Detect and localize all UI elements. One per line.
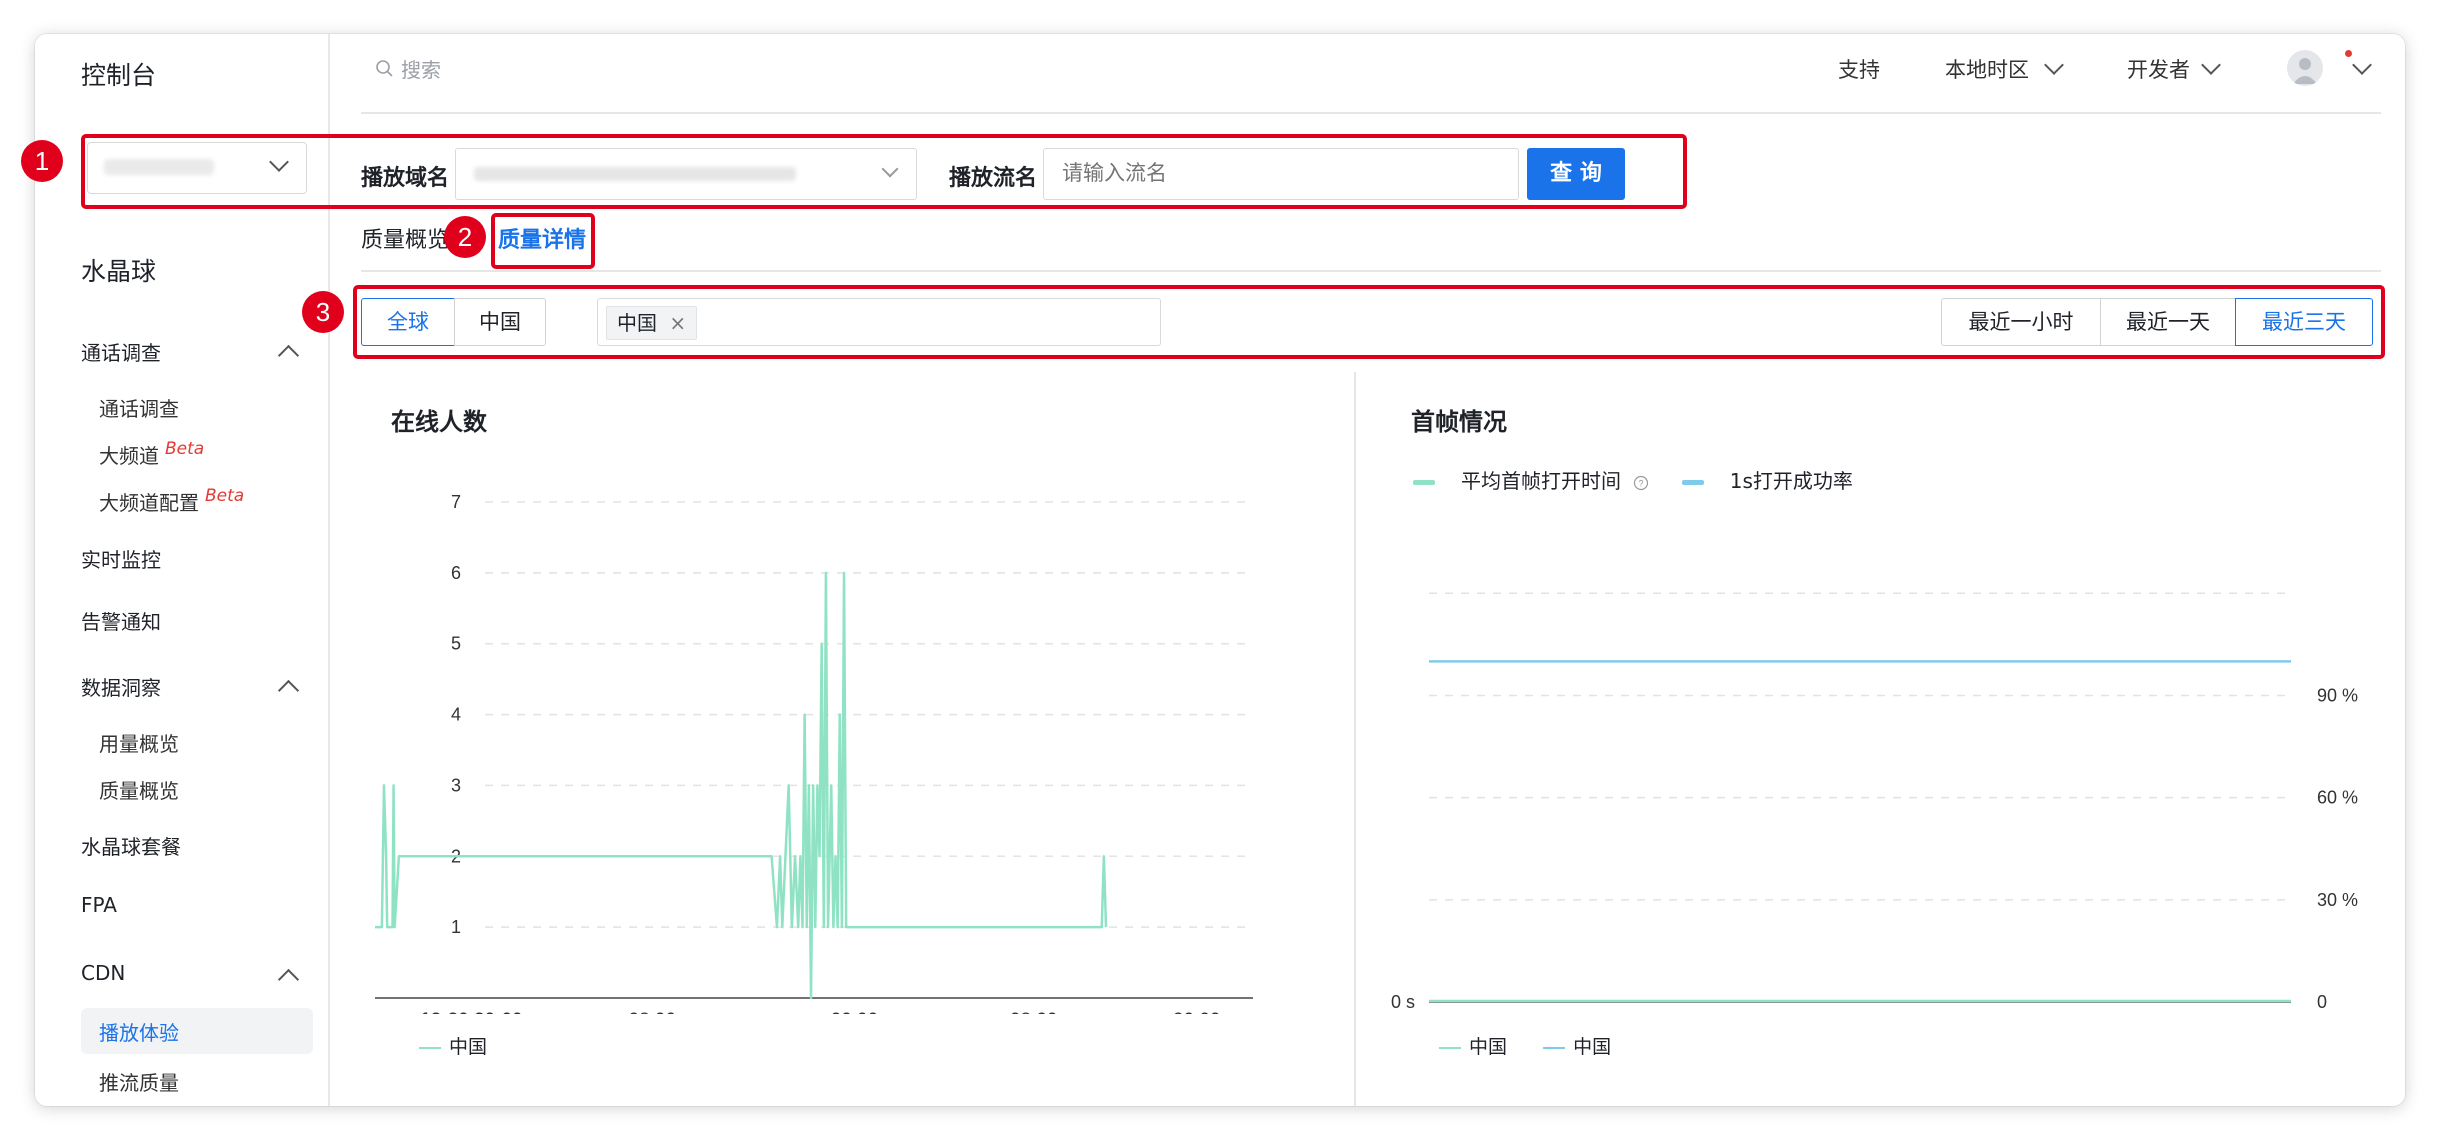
sidebar-item-label: 播放体验 [99, 1021, 179, 1045]
first-frame-chart-title: 首帧情况 [1411, 408, 1507, 436]
sidebar-section-title: 水晶球 [81, 257, 157, 286]
sidebar-item-quality-overview[interactable]: 质量概览 [99, 775, 179, 804]
online-users-chart-title: 在线人数 [391, 408, 487, 436]
sidebar-group-cdn[interactable]: CDN [81, 961, 125, 985]
search-box[interactable]: 搜索 [375, 52, 675, 86]
beta-badge: Beta [205, 486, 245, 506]
chevron-down-icon[interactable] [2201, 55, 2221, 75]
chevron-up-icon[interactable] [277, 968, 300, 991]
online-users-legend[interactable]: 中国 [419, 1032, 487, 1059]
sidebar-item-usage-overview[interactable]: 用量概览 [99, 728, 179, 757]
chevron-up-icon[interactable] [277, 344, 300, 367]
sidebar-item-playback-experience[interactable]: 播放体验 [81, 1008, 313, 1054]
legend-label: 中国 [1573, 1036, 1612, 1058]
right-y-tick-label: 0 [2317, 992, 2327, 1012]
sidebar-item-fpa[interactable]: FPA [81, 893, 117, 917]
y-tick-label: 4 [451, 705, 461, 725]
y-tick-label: 3 [451, 775, 461, 795]
beta-badge: Beta [165, 439, 205, 459]
search-icon [376, 60, 393, 77]
x-tick-label: 12-20 20:00 [420, 1010, 522, 1014]
app-window: 控制台 水晶球 通话调查 通话调查 大频道 Beta 大频道配置 Beta 实时监控… [35, 34, 2405, 1106]
legend-line-swatch [1543, 1046, 1566, 1049]
annotation-box-region-time [353, 285, 2385, 359]
notification-dot [2345, 50, 2352, 57]
support-link[interactable]: 支持 [1838, 54, 1880, 84]
y-tick-label: 7 [451, 492, 461, 512]
legend-line-swatch [1439, 1046, 1461, 1049]
tab-quality-overview[interactable]: 质量概览 [361, 222, 449, 254]
sidebar-item-large-channel[interactable]: 大频道 Beta [99, 439, 205, 469]
y-tick-label: 1 [451, 917, 461, 937]
online-users-chart: 123456712-20 20:0008:0020:0008:0020:0008… [375, 492, 1253, 1014]
first-frame-top-legend[interactable]: 平均首帧打开时间 ? 1s打开成功率 [1413, 465, 1853, 494]
legend-line-swatch [419, 1046, 441, 1049]
first-frame-bottom-legend[interactable]: 中国 中国 [1439, 1032, 1611, 1059]
right-y-tick-label: 60 % [2317, 788, 2358, 808]
annotation-badge-3: 3 [302, 291, 344, 333]
user-icon [2293, 58, 2317, 84]
sidebar-item-call-investigation[interactable]: 通话调查 [99, 393, 179, 422]
annotation-box-tab [491, 213, 595, 269]
sidebar-item-large-channel-config[interactable]: 大频道配置 Beta [99, 486, 245, 516]
svg-text:?: ? [1639, 478, 1644, 488]
sidebar-item-package[interactable]: 水晶球套餐 [81, 831, 181, 860]
x-tick-label: 20:00 [1173, 1010, 1221, 1014]
chevron-down-icon[interactable] [2352, 55, 2372, 75]
chevron-up-icon[interactable] [277, 679, 300, 702]
sidebar-item-push-quality[interactable]: 推流质量 [99, 1067, 179, 1096]
search-placeholder: 搜索 [401, 58, 441, 82]
annotation-badge-2: 2 [444, 216, 486, 258]
sidebar-item-alerts[interactable]: 告警通知 [81, 606, 161, 635]
avatar[interactable] [2287, 50, 2323, 86]
x-tick-label: 20:00 [831, 1010, 879, 1014]
right-y-tick-label: 30 % [2317, 890, 2358, 910]
panel-divider [1354, 372, 1356, 1106]
legend-label: 中国 [449, 1036, 488, 1058]
legend-label: 中国 [1469, 1036, 1508, 1058]
y-tick-label: 6 [451, 563, 461, 583]
legend-label: 1s打开成功率 [1729, 469, 1853, 493]
developer-menu[interactable]: 开发者 [2127, 54, 2190, 84]
right-y-tick-label: 90 % [2317, 685, 2358, 705]
sidebar-group-data-insight[interactable]: 数据洞察 [81, 672, 161, 701]
tabs-divider [361, 270, 2381, 272]
left-y-tick-label: 0 s [1391, 992, 1415, 1012]
x-tick-label: 08:00 [629, 1010, 677, 1014]
online-users-series-line [375, 571, 1108, 1000]
legend-label: 平均首帧打开时间 [1461, 469, 1621, 493]
app-title: 控制台 [81, 61, 157, 90]
annotation-badge-1: 1 [21, 140, 63, 182]
first-frame-chart: 030 %60 %90 %0 s12-20 20:0008:0020:0008:… [1391, 592, 2358, 1012]
sidebar-group-call-investigation[interactable]: 通话调查 [81, 337, 161, 366]
header-divider [361, 112, 2381, 114]
sidebar-item-realtime-monitor[interactable]: 实时监控 [81, 544, 161, 573]
legend-swatch [1413, 480, 1435, 485]
chevron-down-icon[interactable] [2044, 55, 2064, 75]
help-icon[interactable]: ? [1633, 475, 1649, 491]
legend-swatch [1681, 480, 1704, 485]
annotation-box-filter-row [81, 134, 1687, 209]
y-tick-label: 5 [451, 634, 461, 654]
timezone-menu[interactable]: 本地时区 [1945, 54, 2029, 84]
x-tick-label: 08:00 [1010, 1010, 1058, 1014]
